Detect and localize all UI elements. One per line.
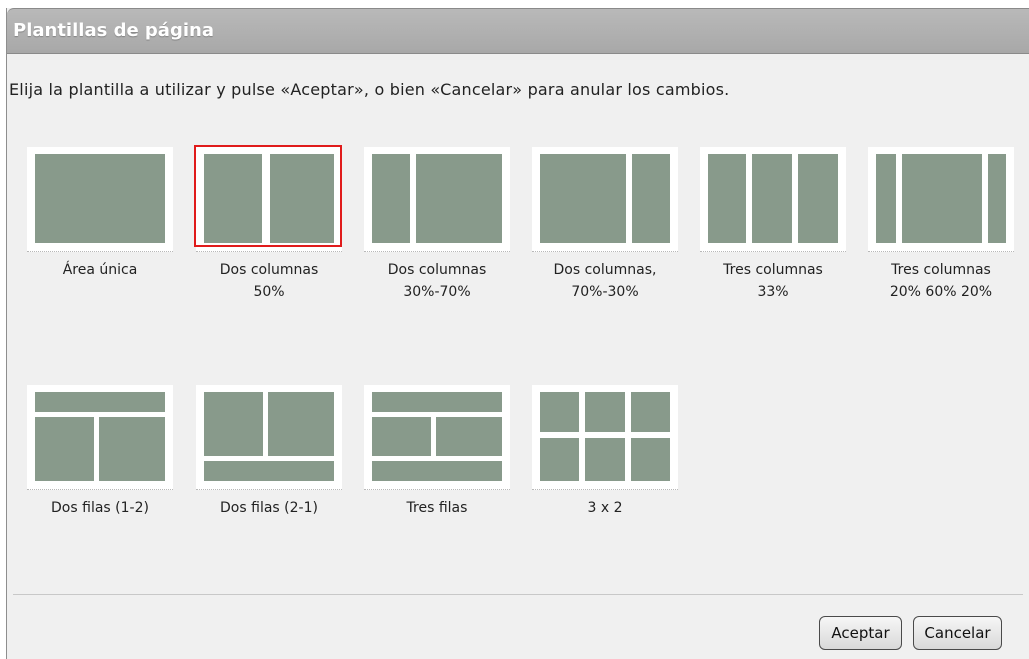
template-label: Dos columnas 30%-70% bbox=[387, 262, 487, 300]
template-label: Dos filas (1-2) bbox=[51, 500, 149, 516]
layout-preview-icon bbox=[540, 154, 670, 243]
template-label: Tres columnas 20% 60% 20% bbox=[889, 262, 993, 300]
layout-preview-icon bbox=[35, 154, 165, 243]
dialog-title: Plantillas de página bbox=[13, 20, 214, 41]
layout-preview-icon bbox=[204, 392, 334, 481]
layout-preview-icon bbox=[876, 154, 1006, 243]
dialog-titlebar[interactable]: Plantillas de página bbox=[7, 8, 1029, 54]
accept-button[interactable]: Aceptar bbox=[819, 616, 902, 650]
template-thumbnail bbox=[532, 385, 678, 490]
instructions-text: Elija la plantilla a utilizar y pulse «A… bbox=[9, 80, 730, 99]
cancel-button[interactable]: Cancelar bbox=[913, 616, 1002, 650]
template-label: 3 x 2 bbox=[587, 500, 623, 516]
footer-divider bbox=[13, 594, 1023, 595]
layout-preview-icon bbox=[204, 154, 334, 243]
layout-preview-icon bbox=[372, 392, 502, 481]
template-thumbnail bbox=[364, 385, 510, 490]
template-thumbnail bbox=[27, 385, 173, 490]
layout-preview-icon bbox=[540, 392, 670, 481]
layout-preview-icon bbox=[708, 154, 838, 243]
template-label: Tres filas bbox=[406, 500, 468, 516]
template-label: Tres columnas 33% bbox=[723, 262, 823, 300]
template-thumbnail bbox=[27, 147, 173, 252]
template-thumbnail bbox=[196, 385, 342, 490]
template-label: Dos filas (2-1) bbox=[220, 500, 318, 516]
layout-preview-icon bbox=[372, 154, 502, 243]
template-label: Área única bbox=[62, 262, 138, 278]
page-templates-dialog: Plantillas de página Elija la plantilla … bbox=[6, 8, 1029, 659]
layout-preview-icon bbox=[35, 392, 165, 481]
template-label: Dos columnas 50% bbox=[219, 262, 319, 300]
template-label: Dos columnas, 70%-30% bbox=[553, 262, 657, 300]
template-thumbnail bbox=[364, 147, 510, 252]
template-thumbnail bbox=[532, 147, 678, 252]
template-thumbnail bbox=[700, 147, 846, 252]
template-thumbnail bbox=[868, 147, 1014, 252]
template-thumbnail bbox=[196, 147, 342, 252]
